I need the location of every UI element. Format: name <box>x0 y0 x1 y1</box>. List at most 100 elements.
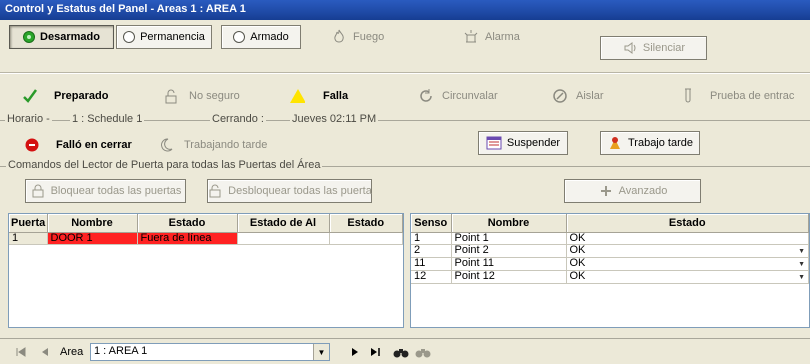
desarmado-label: Desarmado <box>40 31 100 43</box>
previous-record-icon[interactable] <box>38 343 52 361</box>
trabajo-tarde-button[interactable]: Trabajo tarde <box>600 131 700 155</box>
trabajando-tarde-label: Trabajando tarde <box>184 139 268 151</box>
suspender-button[interactable]: Suspender <box>478 131 568 155</box>
no-seguro-indicator: No seguro <box>163 88 240 104</box>
sensor-status-cell[interactable]: OK ▼ <box>566 270 809 284</box>
permanencia-radio-icon <box>123 31 136 43</box>
door-alarm-status-cell[interactable] <box>237 232 330 245</box>
armado-button[interactable]: Armado <box>221 25 301 49</box>
silenciar-button[interactable]: Silenciar <box>600 36 707 60</box>
trabajando-tarde-indicator: Trabajando tarde <box>158 137 267 153</box>
column-header-puerta[interactable]: Puerta <box>9 214 48 233</box>
circunvalar-indicator: Circunvalar <box>418 88 498 104</box>
alarma-indicator: Alarma <box>463 29 520 45</box>
sensor-number-cell[interactable]: 1 <box>411 232 452 245</box>
desbloquear-todas-button[interactable]: Desbloquear todas las puerta <box>207 179 372 203</box>
dropdown-arrow-icon[interactable]: ▼ <box>798 259 805 270</box>
navigation-bar: Area 1 : AREA 1 ▼ <box>0 338 810 364</box>
checkmark-icon <box>22 88 38 104</box>
column-header-sensor[interactable]: Senso <box>411 214 452 233</box>
fuego-label: Fuego <box>353 31 385 43</box>
column-header-sensor-estado[interactable]: Estado <box>566 214 809 233</box>
circunvalar-label: Circunvalar <box>442 90 498 102</box>
lock-icon <box>30 183 46 199</box>
cerrando-value: Jueves 02:11 PM <box>290 113 379 125</box>
sensor-number-cell[interactable]: 2 <box>411 244 452 258</box>
last-record-icon[interactable] <box>368 343 382 361</box>
binoculars-next-icon[interactable] <box>414 343 432 361</box>
table-row[interactable]: 1 Point 1 OK <box>411 232 809 245</box>
falla-indicator: Falla <box>289 88 348 104</box>
sensor-status-text: OK <box>569 270 586 282</box>
prueba-label: Prueba de entrac <box>710 90 795 102</box>
fire-icon <box>331 29 347 45</box>
aislar-label: Aislar <box>576 90 604 102</box>
sensor-status-cell[interactable]: OK ▼ <box>566 244 809 258</box>
test-tube-icon <box>680 88 696 104</box>
fuego-indicator: Fuego <box>331 29 384 45</box>
bloquear-todas-button[interactable]: Bloquear todas las puertas <box>25 179 186 203</box>
preparado-indicator: Preparado <box>22 88 108 104</box>
next-record-icon[interactable] <box>348 343 362 361</box>
area-select[interactable]: 1 : AREA 1 ▼ <box>90 343 330 361</box>
prueba-indicator: Prueba de entrac <box>680 88 794 104</box>
column-header-estado-2[interactable]: Estado <box>329 214 403 233</box>
table-row[interactable]: 12 Point 12 OK ▼ <box>411 270 809 284</box>
door-number-cell[interactable]: 1 <box>9 232 48 245</box>
siren-icon <box>463 29 479 45</box>
preparado-label: Preparado <box>54 90 109 102</box>
plus-icon <box>598 183 614 199</box>
table-row[interactable]: 11 Point 11 OK ▼ <box>411 257 809 271</box>
separator <box>0 72 810 74</box>
desarmado-button[interactable]: Desarmado <box>9 25 114 49</box>
fallo-cerrar-indicator: Falló en cerrar <box>24 137 132 153</box>
column-header-estado[interactable]: Estado <box>137 214 238 233</box>
no-seguro-label: No seguro <box>189 90 240 102</box>
sensor-name-cell[interactable]: Point 12 <box>451 270 567 284</box>
permanencia-label: Permanencia <box>140 31 205 43</box>
dropdown-arrow-icon[interactable]: ▼ <box>798 246 805 257</box>
column-header-nombre[interactable]: Nombre <box>47 214 138 233</box>
sensor-status-cell[interactable]: OK ▼ <box>566 257 809 271</box>
area-select-value: 1 : AREA 1 <box>94 345 148 357</box>
doors-table[interactable]: Puerta Nombre Estado Estado de Al Estado… <box>8 213 404 328</box>
cerrando-label: Cerrando : <box>210 113 266 125</box>
trabajo-tarde-label: Trabajo tarde <box>627 137 694 149</box>
area-label: Area <box>60 346 84 358</box>
warning-triangle-icon <box>289 88 305 104</box>
table-row[interactable]: 2 Point 2 OK ▼ <box>411 244 809 258</box>
column-header-sensor-nombre[interactable]: Nombre <box>451 214 567 233</box>
sensor-status-text: OK <box>569 244 586 256</box>
horario-label: Horario - <box>5 113 52 125</box>
stop-sign-icon <box>24 137 40 153</box>
calendar-icon <box>486 135 502 151</box>
sensor-name-cell[interactable]: Point 1 <box>451 232 567 245</box>
clock-worker-icon <box>607 135 623 151</box>
schedule-line-right <box>380 120 810 121</box>
dropdown-arrow-icon[interactable]: ▼ <box>798 272 805 283</box>
unlock-icon <box>207 183 223 199</box>
table-row[interactable]: 1 DOOR 1 Fuera de línea <box>9 232 403 245</box>
fallo-cerrar-label: Falló en cerrar <box>56 139 132 151</box>
sensor-status-cell[interactable]: OK <box>566 232 809 245</box>
sensor-number-cell[interactable]: 11 <box>411 257 452 271</box>
door-status-cell[interactable]: Fuera de línea <box>137 232 238 245</box>
door-status2-cell[interactable] <box>329 232 403 245</box>
suspender-label: Suspender <box>506 137 561 149</box>
sensor-name-cell[interactable]: Point 11 <box>451 257 567 271</box>
door-group-label: Comandos del Lector de Puerta para todas… <box>6 159 323 171</box>
sensors-table[interactable]: Senso Nombre Estado 1 Point 1 OK 2 Point… <box>410 213 810 328</box>
moon-icon <box>158 137 174 153</box>
first-record-icon[interactable] <box>14 343 28 361</box>
binoculars-icon[interactable] <box>392 343 410 361</box>
sensor-status-text: OK <box>569 257 586 269</box>
chevron-down-icon[interactable]: ▼ <box>313 344 329 360</box>
alarma-label: Alarma <box>485 31 520 43</box>
avanzado-button[interactable]: Avanzado <box>564 179 701 203</box>
column-header-estado-alarma[interactable]: Estado de Al <box>237 214 330 233</box>
sensor-number-cell[interactable]: 12 <box>411 270 452 284</box>
permanencia-button[interactable]: Permanencia <box>116 25 212 49</box>
aislar-indicator: Aislar <box>552 88 604 104</box>
door-name-cell[interactable]: DOOR 1 <box>47 232 138 245</box>
sensor-name-cell[interactable]: Point 2 <box>451 244 567 258</box>
